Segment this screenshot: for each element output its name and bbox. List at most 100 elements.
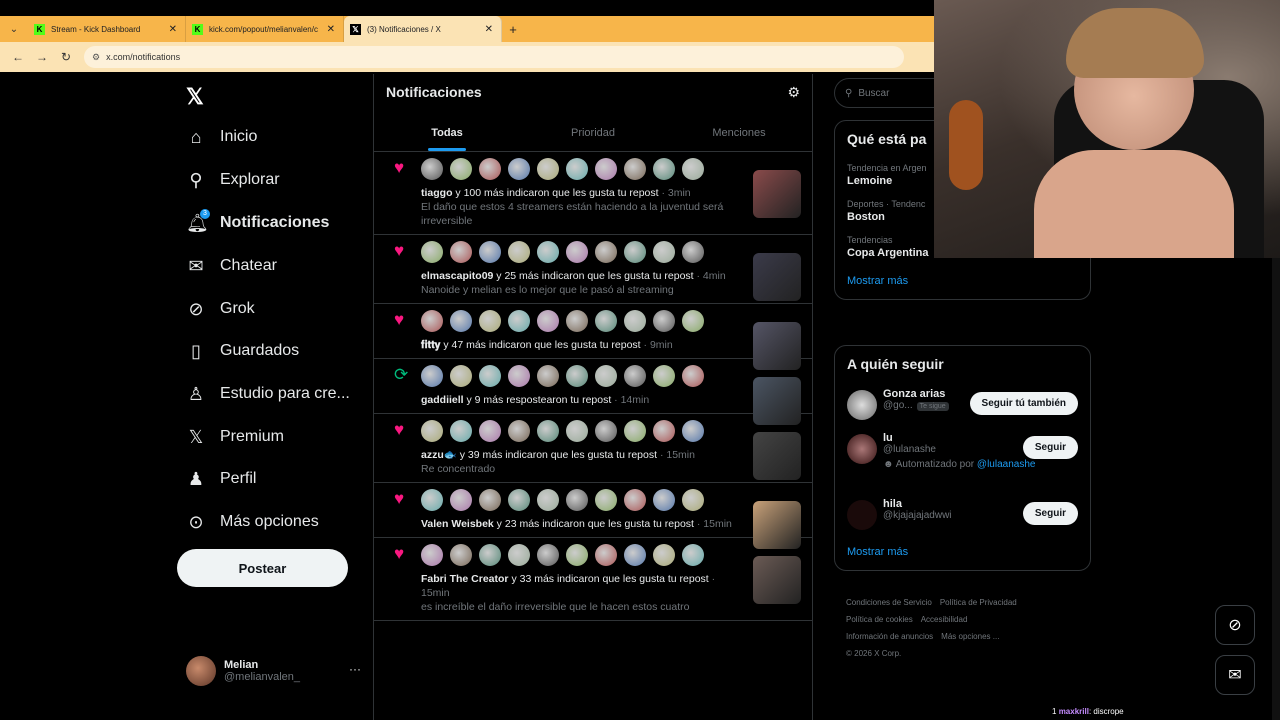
- avatar[interactable]: [653, 365, 675, 387]
- avatar[interactable]: [479, 544, 501, 566]
- account-switcher[interactable]: Melian @melianvalen_ ···: [186, 656, 361, 686]
- follow-button[interactable]: Seguir tú también: [969, 392, 1078, 415]
- footer-link[interactable]: Más opciones ...: [941, 632, 999, 641]
- footer-link[interactable]: Condiciones de Servicio: [846, 598, 932, 607]
- grok-fab-icon[interactable]: ⊘: [1215, 605, 1255, 645]
- footer-link[interactable]: Política de Privacidad: [940, 598, 1017, 607]
- reload-icon[interactable]: ↻: [54, 50, 78, 64]
- avatar[interactable]: [450, 365, 472, 387]
- avatar[interactable]: [595, 420, 617, 442]
- follow-suggestion[interactable]: lu @lulanashe ☻ Automatizado por @lulaan…: [835, 426, 1090, 492]
- show-more-link[interactable]: Mostrar más: [835, 265, 1090, 299]
- notification-item[interactable]: ⟳ gaddiiell y 9 más respostearon tu repos…: [374, 359, 812, 425]
- post-thumbnail[interactable]: [753, 556, 801, 604]
- site-info-icon[interactable]: ⚙: [92, 52, 100, 63]
- follow-suggestion[interactable]: Gonza arias @go... Te sigue Seguir tú tam…: [835, 382, 1090, 426]
- automated-by-link[interactable]: @lulaanashe: [977, 459, 1036, 470]
- avatar[interactable]: [450, 544, 472, 566]
- avatar[interactable]: [508, 489, 530, 511]
- avatar[interactable]: [682, 365, 704, 387]
- avatar[interactable]: [682, 489, 704, 511]
- follow-button[interactable]: Seguir: [1022, 436, 1078, 459]
- tab-search-icon[interactable]: ⌄: [0, 16, 28, 42]
- close-icon[interactable]: ✕: [485, 24, 493, 35]
- avatar[interactable]: [566, 241, 588, 263]
- close-icon[interactable]: ✕: [169, 24, 177, 35]
- avatar[interactable]: [682, 310, 704, 332]
- avatar[interactable]: [566, 310, 588, 332]
- avatar[interactable]: [479, 489, 501, 511]
- notification-item[interactable]: ♥ Valen Weisbek y 23 más indicaron que le…: [374, 483, 812, 549]
- avatar[interactable]: [508, 158, 530, 180]
- avatar[interactable]: [479, 310, 501, 332]
- nav-chatear[interactable]: ✉ Chatear: [186, 251, 276, 281]
- follow-suggestion[interactable]: hila @kjajajajadwwi Seguir: [835, 492, 1090, 536]
- nav-notificaciones[interactable]: 🔔︎ 3 Notificaciones: [186, 208, 329, 238]
- avatar[interactable]: [537, 420, 559, 442]
- avatar[interactable]: [508, 310, 530, 332]
- nav-premium[interactable]: 𝕏 Premium: [186, 422, 284, 452]
- avatar[interactable]: [682, 544, 704, 566]
- footer-link[interactable]: Información de anuncios: [846, 632, 933, 641]
- avatar[interactable]: [508, 365, 530, 387]
- avatar[interactable]: [566, 158, 588, 180]
- avatar[interactable]: [508, 241, 530, 263]
- notification-item[interactable]: ♥ 𝐟𝐢𝐭𝐭𝐲 y 47 más indicaron que les gusta …: [374, 304, 812, 370]
- more-icon[interactable]: ···: [349, 662, 361, 676]
- avatar[interactable]: [566, 365, 588, 387]
- post-thumbnail[interactable]: [753, 253, 801, 301]
- notification-item[interactable]: ♥ Fabri The Creator y 33 más indicaron qu…: [374, 538, 812, 621]
- avatar[interactable]: [595, 310, 617, 332]
- avatar[interactable]: [421, 158, 443, 180]
- avatar[interactable]: [479, 365, 501, 387]
- avatar[interactable]: [421, 241, 443, 263]
- avatar[interactable]: [624, 365, 646, 387]
- notification-user[interactable]: azzu🐟: [421, 449, 457, 461]
- nav-perfil[interactable]: ♟ Perfil: [186, 464, 257, 494]
- nav-mas-opciones[interactable]: ⊙ Más opciones: [186, 507, 318, 537]
- browser-tab-active[interactable]: 𝕏 (3) Notificaciones / X ✕: [344, 16, 502, 42]
- avatar[interactable]: [595, 365, 617, 387]
- avatar[interactable]: [595, 241, 617, 263]
- avatar[interactable]: [421, 365, 443, 387]
- avatar[interactable]: [450, 420, 472, 442]
- address-bar[interactable]: ⚙ x.com/notifications: [84, 46, 904, 68]
- avatar[interactable]: [537, 365, 559, 387]
- avatar[interactable]: [653, 310, 675, 332]
- gear-icon[interactable]: ⚙: [787, 84, 800, 101]
- footer-link[interactable]: Política de cookies: [846, 615, 913, 624]
- notification-item[interactable]: ♥ elmascapito09 y 25 más indicaron que le…: [374, 235, 812, 304]
- avatar[interactable]: [421, 544, 443, 566]
- avatar[interactable]: [450, 310, 472, 332]
- back-icon[interactable]: ←: [6, 50, 30, 64]
- new-tab-icon[interactable]: +: [502, 16, 524, 42]
- tab-prioridad[interactable]: Prioridad: [520, 115, 666, 151]
- tab-todas[interactable]: Todas: [374, 115, 520, 151]
- avatar[interactable]: [508, 544, 530, 566]
- forward-icon[interactable]: →: [30, 50, 54, 64]
- show-more-link[interactable]: Mostrar más: [835, 536, 1090, 570]
- avatar[interactable]: [450, 489, 472, 511]
- avatar[interactable]: [479, 241, 501, 263]
- notification-item[interactable]: ♥ azzu🐟 y 39 más indicaron que les gusta …: [374, 414, 812, 483]
- notification-user[interactable]: 𝐟𝐢𝐭𝐭𝐲: [421, 339, 440, 351]
- avatar[interactable]: [653, 158, 675, 180]
- browser-tab[interactable]: K Stream - Kick Dashboard ✕: [28, 16, 186, 42]
- avatar[interactable]: [682, 158, 704, 180]
- avatar[interactable]: [450, 158, 472, 180]
- notification-user[interactable]: Valen Weisbek: [421, 518, 494, 530]
- notification-item[interactable]: ♥ tiaggo y 100 más indicaron que les gust…: [374, 152, 812, 235]
- avatar[interactable]: [624, 310, 646, 332]
- tab-menciones[interactable]: Menciones: [666, 115, 812, 151]
- post-thumbnail[interactable]: [753, 170, 801, 218]
- avatar[interactable]: [682, 420, 704, 442]
- avatar[interactable]: [595, 489, 617, 511]
- avatar[interactable]: [682, 241, 704, 263]
- scrollbar[interactable]: [1272, 258, 1280, 720]
- nav-estudio[interactable]: ♙ Estudio para cre...: [186, 379, 350, 409]
- avatar[interactable]: [624, 489, 646, 511]
- avatar[interactable]: [537, 158, 559, 180]
- avatar[interactable]: [624, 241, 646, 263]
- avatar[interactable]: [653, 241, 675, 263]
- avatar[interactable]: [624, 158, 646, 180]
